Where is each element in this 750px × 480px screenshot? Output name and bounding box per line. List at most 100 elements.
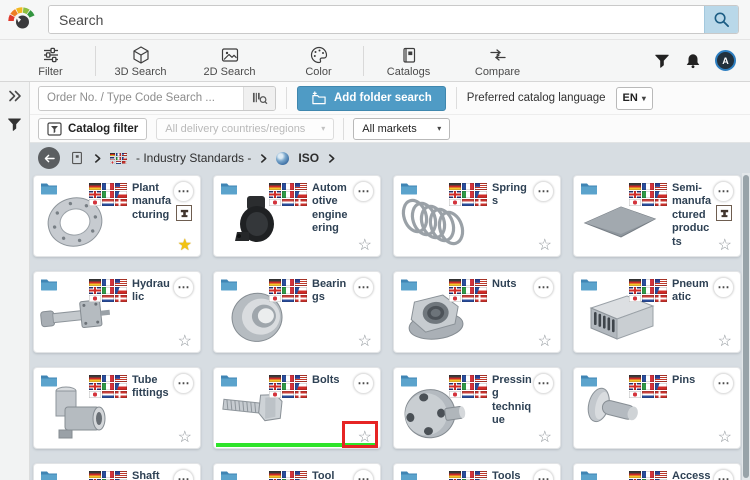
flag-cz bbox=[475, 383, 487, 390]
search-input[interactable] bbox=[49, 6, 704, 33]
flag-it bbox=[642, 287, 654, 294]
breadcrumb-iso[interactable]: ISO bbox=[298, 151, 319, 165]
catalog-card[interactable]: Automotive engineering ⋯ ☆ bbox=[213, 175, 381, 257]
order-number-input[interactable] bbox=[39, 87, 243, 110]
card-title: Tool bbox=[312, 470, 334, 480]
favorite-star[interactable]: ☆ bbox=[538, 238, 552, 254]
card-menu-button[interactable]: ⋯ bbox=[713, 373, 734, 394]
expand-panel-button[interactable] bbox=[8, 90, 22, 102]
catalog-card[interactable]: Bolts ⋯ ☆ bbox=[213, 367, 381, 449]
flag-nl bbox=[462, 199, 474, 206]
favorite-star[interactable]: ☆ bbox=[718, 430, 732, 446]
toolbar-color[interactable]: Color bbox=[274, 43, 363, 78]
toolbar-catalogs[interactable]: Catalogs bbox=[364, 43, 453, 78]
card-menu-button[interactable]: ⋯ bbox=[533, 277, 554, 298]
folder-plus-icon bbox=[311, 91, 327, 105]
card-menu-button[interactable]: ⋯ bbox=[353, 277, 374, 298]
catalog-card[interactable]: Accessories ⋯ ☆ bbox=[573, 463, 741, 480]
add-folder-search-button[interactable]: Add folder search bbox=[297, 86, 446, 111]
toolbar-3d-search[interactable]: 3D Search bbox=[96, 43, 185, 78]
favorite-star[interactable]: ☆ bbox=[358, 238, 372, 254]
card-menu-button[interactable]: ⋯ bbox=[173, 277, 194, 298]
app-window: Filter 3D Search 2D Search bbox=[0, 0, 750, 480]
flag-it bbox=[282, 191, 294, 198]
favorite-star[interactable]: ☆ bbox=[358, 430, 372, 446]
card-menu-button[interactable]: ⋯ bbox=[713, 469, 734, 480]
notifications-bell-icon[interactable] bbox=[684, 52, 702, 70]
toolbar-2d-search[interactable]: 2D Search bbox=[185, 43, 274, 78]
breadcrumb-industry-standards[interactable]: - Industry Standards - bbox=[136, 151, 251, 165]
back-button[interactable] bbox=[38, 147, 60, 169]
global-search-box bbox=[48, 5, 739, 34]
favorite-star[interactable]: ☆ bbox=[178, 430, 192, 446]
favorite-star[interactable]: ★ bbox=[178, 238, 192, 254]
folder-icon bbox=[580, 373, 598, 387]
flag-nl bbox=[282, 295, 294, 302]
folder-icon bbox=[40, 469, 58, 480]
catalog-card[interactable]: Bearings ⋯ ☆ bbox=[213, 271, 381, 353]
card-menu-button[interactable]: ⋯ bbox=[353, 181, 374, 202]
country-flags bbox=[89, 375, 127, 398]
card-menu-button[interactable]: ⋯ bbox=[173, 181, 194, 202]
flag-cz bbox=[295, 383, 307, 390]
card-menu-button[interactable]: ⋯ bbox=[173, 373, 194, 394]
scrollbar-thumb[interactable] bbox=[743, 175, 749, 478]
toolbar-filter-label: Filter bbox=[38, 66, 62, 78]
catalog-card[interactable]: Tool ⋯ ☆ bbox=[213, 463, 381, 480]
markets-select[interactable]: All markets ▾ bbox=[353, 118, 450, 140]
flag-it bbox=[102, 287, 114, 294]
card-menu-button[interactable]: ⋯ bbox=[533, 469, 554, 480]
toolbar-compare[interactable]: Compare bbox=[453, 43, 542, 78]
card-menu-button[interactable]: ⋯ bbox=[353, 373, 374, 394]
catalog-card[interactable]: Tube fittings ⋯ ☆ bbox=[33, 367, 201, 449]
catalog-filter-label: Catalog filter bbox=[68, 123, 138, 135]
search-button[interactable] bbox=[704, 6, 738, 33]
flag-fr bbox=[102, 183, 114, 190]
flag-de bbox=[89, 183, 101, 190]
catalog-card[interactable]: Shaft parts ⋯ ☆ bbox=[33, 463, 201, 480]
rail-filter-button[interactable] bbox=[6, 116, 23, 133]
catalog-filter-button[interactable]: Catalog filter bbox=[38, 118, 147, 140]
card-menu-button[interactable]: ⋯ bbox=[533, 373, 554, 394]
catalog-card[interactable]: Pins ⋯ ☆ bbox=[573, 367, 741, 449]
catalog-card[interactable]: Nuts ⋯ ☆ bbox=[393, 271, 561, 353]
toolbar-color-label: Color bbox=[305, 66, 331, 78]
cube-icon bbox=[131, 45, 151, 65]
catalog-card[interactable]: Semi-manufactured products ⋯ ☆ bbox=[573, 175, 741, 257]
flag-it bbox=[282, 287, 294, 294]
flag-dk bbox=[295, 295, 307, 302]
favorite-star[interactable]: ☆ bbox=[538, 334, 552, 350]
catalog-card[interactable]: Springs ⋯ ☆ bbox=[393, 175, 561, 257]
catalog-card[interactable]: Hydraulic ⋯ ☆ bbox=[33, 271, 201, 353]
flag-dk bbox=[295, 199, 307, 206]
favorite-star[interactable]: ☆ bbox=[718, 238, 732, 254]
catalog-card[interactable]: Pneumatic ⋯ ☆ bbox=[573, 271, 741, 353]
card-menu-button[interactable]: ⋯ bbox=[713, 277, 734, 298]
favorite-star[interactable]: ☆ bbox=[538, 430, 552, 446]
flag-us bbox=[295, 375, 307, 382]
filter-funnel-icon[interactable] bbox=[653, 52, 671, 70]
favorite-star[interactable]: ☆ bbox=[718, 334, 732, 350]
country-flags bbox=[269, 183, 307, 206]
catalog-card[interactable]: Tools ⋯ ☆ bbox=[393, 463, 561, 480]
flag-cz bbox=[115, 191, 127, 198]
card-menu-button[interactable]: ⋯ bbox=[353, 469, 374, 480]
card-menu-button[interactable]: ⋯ bbox=[713, 181, 734, 202]
catalog-card[interactable]: Pressing technique ⋯ ☆ bbox=[393, 367, 561, 449]
user-avatar[interactable]: A bbox=[715, 50, 736, 71]
chevron-right-icon bbox=[328, 153, 335, 164]
favorite-star[interactable]: ☆ bbox=[358, 334, 372, 350]
delivery-countries-select[interactable]: All delivery countries/regions ▾ bbox=[156, 118, 334, 140]
favorite-star[interactable]: ☆ bbox=[178, 334, 192, 350]
flag-de bbox=[629, 279, 641, 286]
catalog-root-icon[interactable] bbox=[69, 150, 85, 166]
card-menu-button[interactable]: ⋯ bbox=[533, 181, 554, 202]
flag-us bbox=[115, 471, 127, 478]
folder-icon bbox=[220, 277, 238, 291]
flag-us bbox=[655, 471, 667, 478]
toolbar-filter[interactable]: Filter bbox=[6, 43, 95, 78]
language-select[interactable]: EN ▾ bbox=[616, 87, 653, 110]
type-code-scan-button[interactable] bbox=[243, 87, 275, 110]
card-menu-button[interactable]: ⋯ bbox=[173, 469, 194, 480]
catalog-card[interactable]: Plant manufacturing ⋯ ★ bbox=[33, 175, 201, 257]
